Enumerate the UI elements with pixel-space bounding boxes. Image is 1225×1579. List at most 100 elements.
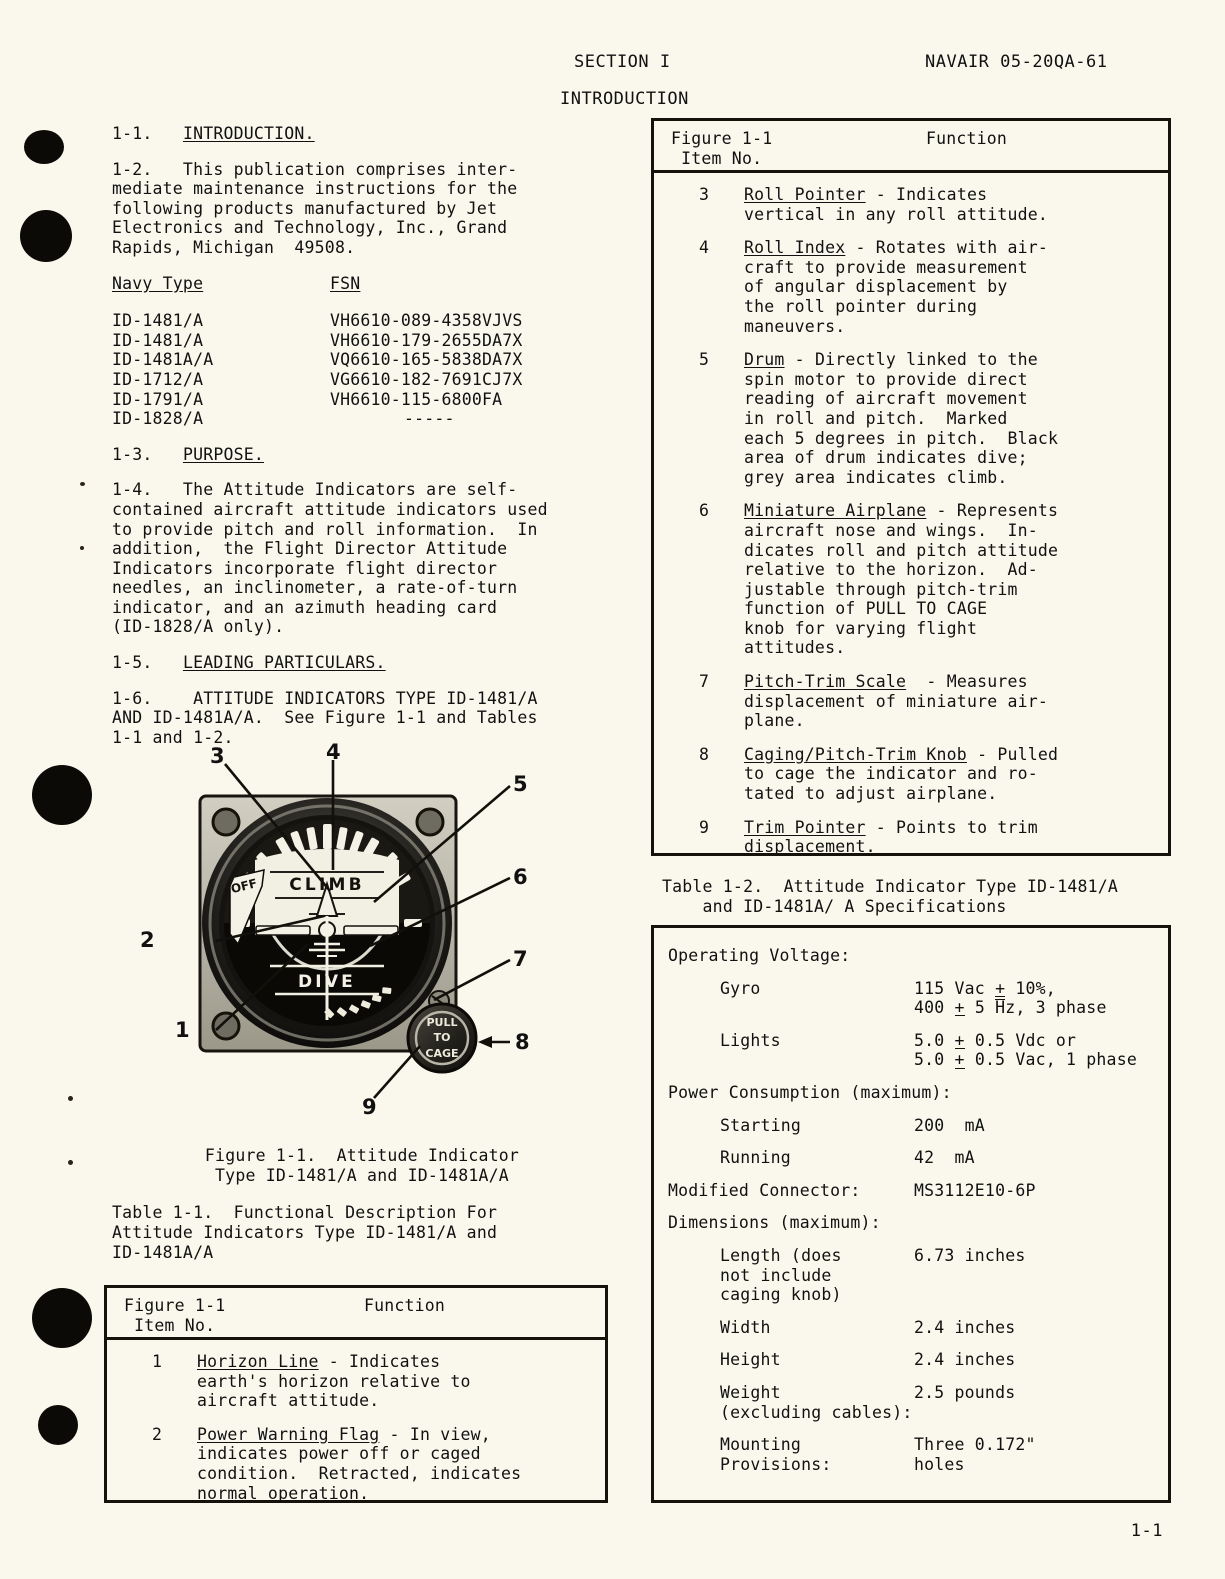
term-trim-pointer: Trim Pointer [744,817,866,837]
caging-pitch-trim-knob: PULL TO CAGE [406,1002,478,1074]
paragraph-1-4: 1-4. The Attitude Indicators are self- c… [112,480,548,637]
list-item: ID-1791/A VH6610-115-6800FA [112,390,612,410]
paragraph-1-5: 1-5. LEADING PARTICULARS. [112,653,612,673]
figure-caption: Figure 1-1. Attitude Indicator Type ID-1… [204,1146,520,1185]
spec-value-part: 10%, [1005,978,1056,998]
spec-label: Width [720,1317,771,1337]
spec-label: Height [720,1350,781,1370]
paragraph-1-1-title: INTRODUCTION. [182,124,315,143]
page-number: 1-1 [1130,1521,1163,1541]
table-row: 5 Drum - Directly linked to the spin mot… [654,350,1168,487]
table-1-1-cont-body: 3 Roll Pointer - Indicates vertical in a… [654,173,1168,881]
plus-minus-symbol: + [954,998,965,1018]
table-cell-item-no: 9 [699,817,709,837]
table-cell-item-no: 6 [699,501,709,521]
table-row: 7 Pitch-Trim Scale - Measures displaceme… [654,672,1168,731]
knob-label-cage: CAGE [425,1047,458,1060]
scan-artifact-blob [38,1405,78,1445]
navy-type-value: ID-1481/A [112,330,204,350]
spec-label: Dimensions (maximum): [668,1213,881,1233]
table-cell-function: Miniature Airplane - Represents aircraft… [744,501,1168,658]
list-item: ID-1481/A VH6610-089-4358VJVS [112,311,612,331]
table-cell-item-no: 8 [699,744,709,764]
table-1-1-body: 1 Horizon Line - Indicates earth's horiz… [107,1340,605,1527]
table-header-item-no: Figure 1-1 Item No. [124,1296,226,1335]
fsn-header: FSN [330,273,361,293]
fsn-value: ----- [404,409,455,429]
spec-label: Lights [720,1030,781,1050]
spec-label: Length (does not include caging knob) [720,1245,842,1305]
navy-type-fsn-header: Navy Type FSN [112,274,612,294]
scan-artifact-speck [80,482,85,486]
spec-label: Mounting Provisions: [720,1435,832,1474]
spec-row-weight: Weight (excluding cables): 2.5 pounds [668,1383,1154,1422]
knob-label-pull: PULL [426,1016,457,1029]
scan-artifact-speck [68,1160,73,1165]
navy-type-value: ID-1791/A [112,389,204,409]
spec-row-gyro: Gyro 115 Vac + 10%, 400 + 5 Hz, 3 phase [668,979,1154,1018]
term-power-warning-flag: Power Warning Flag [197,1424,380,1444]
fsn-value: VG6610-182-7691CJ7X [330,369,523,389]
table-row: 4 Roll Index - Rotates with air- craft t… [654,238,1168,336]
table-row: 1 Horizon Line - Indicates earth's horiz… [107,1352,605,1411]
list-item: ID-1481A/A VQ6610-165-5838DA7X [112,350,612,370]
table-cell-item-no: 1 [152,1352,162,1371]
spec-row-running: Running 42 mA [668,1148,1154,1168]
spec-value-part: 400 [914,998,955,1018]
callout-3: 3 [210,744,225,768]
spec-value-part: 0.5 Vdc or [964,1030,1077,1050]
table-1-1-continued: Figure 1-1 Item No. Function 3 Roll Poin… [651,118,1171,856]
paragraph-1-3-title: PURPOSE. [182,444,265,464]
spec-row-operating-voltage: Operating Voltage: [668,946,1154,966]
table-header-function: Function [364,1296,446,1315]
navy-type-value: ID-1828/A [112,409,204,429]
paragraph-1-3: 1-3. PURPOSE. [112,445,612,465]
spec-row-length: Length (does not include caging knob) 6.… [668,1246,1154,1305]
spec-row-power-consumption: Power Consumption (maximum): [668,1083,1154,1103]
overbar-char: H [995,998,1006,1018]
spec-label: Operating Voltage: [668,946,851,965]
term-roll-index: Roll Index [744,238,846,258]
table-header-function: Function [926,129,1008,148]
list-item: ID-1712/A VG6610-182-7691CJ7X [112,370,612,390]
spec-row-dimensions: Dimensions (maximum): [668,1213,1154,1233]
spec-value-part: z, 3 phase [1005,998,1107,1018]
table-cell-function: Trim Pointer - Points to trim displaceme… [744,818,1168,857]
callout-4: 4 [326,740,341,764]
term-miniature-airplane: Miniature Airplane [744,501,927,521]
spec-label: Modified Connector: [668,1180,861,1200]
table-cell-item-no: 7 [699,672,709,692]
table-row: 6 Miniature Airplane - Represents aircra… [654,501,1168,658]
spec-row-width: Width 2.4 inches [668,1318,1154,1338]
spec-value: 5.0 + 0.5 Vdc or 5.0 + 0.5 Vac, 1 phase [914,1031,1154,1070]
spec-value: MS3112E10-6P [914,1180,1036,1200]
spec-value: 2.5 pounds [914,1382,1016,1402]
plus-minus-symbol: + [954,1050,965,1070]
spec-value-part: 5.0 [914,1050,955,1070]
scan-artifact-blob [24,130,64,164]
spec-label: Gyro [720,978,761,998]
spec-value-part: 115 Vac [914,978,996,998]
spec-row-starting: Starting 200 mA [668,1116,1154,1136]
spec-label: Running [720,1148,791,1168]
table-1-1-caption: Table 1-1. Functional Description For At… [112,1203,498,1262]
header-section-label: SECTION I [574,52,671,72]
callout-7: 7 [513,947,528,971]
table-cell-item-no: 3 [699,185,709,204]
spec-row-height: Height 2.4 inches [668,1350,1154,1370]
table-1-2-body: Operating Voltage: Gyro 115 Vac + 10%, 40… [654,942,1168,1474]
paragraph-1-5-number: 1-5. [112,653,153,673]
fsn-value: VQ6610-165-5838DA7X [330,350,523,370]
table-row: 9 Trim Pointer - Points to trim displace… [654,818,1168,857]
navy-type-fsn-list: Navy Type FSN ID-1481/A VH6610-089-4358VJV… [112,274,612,429]
term-pitch-trim-scale: Pitch-Trim Scale [744,672,907,692]
spec-row-modified-connector: Modified Connector: MS3112E10-6P [668,1181,1154,1201]
knob-label-to: TO [434,1031,451,1044]
table-cell-item-no: 2 [152,1424,162,1444]
spec-label: Starting [720,1115,802,1135]
table-cell-item-no: 5 [699,350,709,370]
callout-2: 2 [140,928,155,952]
callout-1: 1 [175,1018,190,1042]
spec-value-part: 0.5 Vac, 1 phase [964,1050,1137,1070]
fsn-value: VH6610-179-2655DA7X [330,330,523,350]
